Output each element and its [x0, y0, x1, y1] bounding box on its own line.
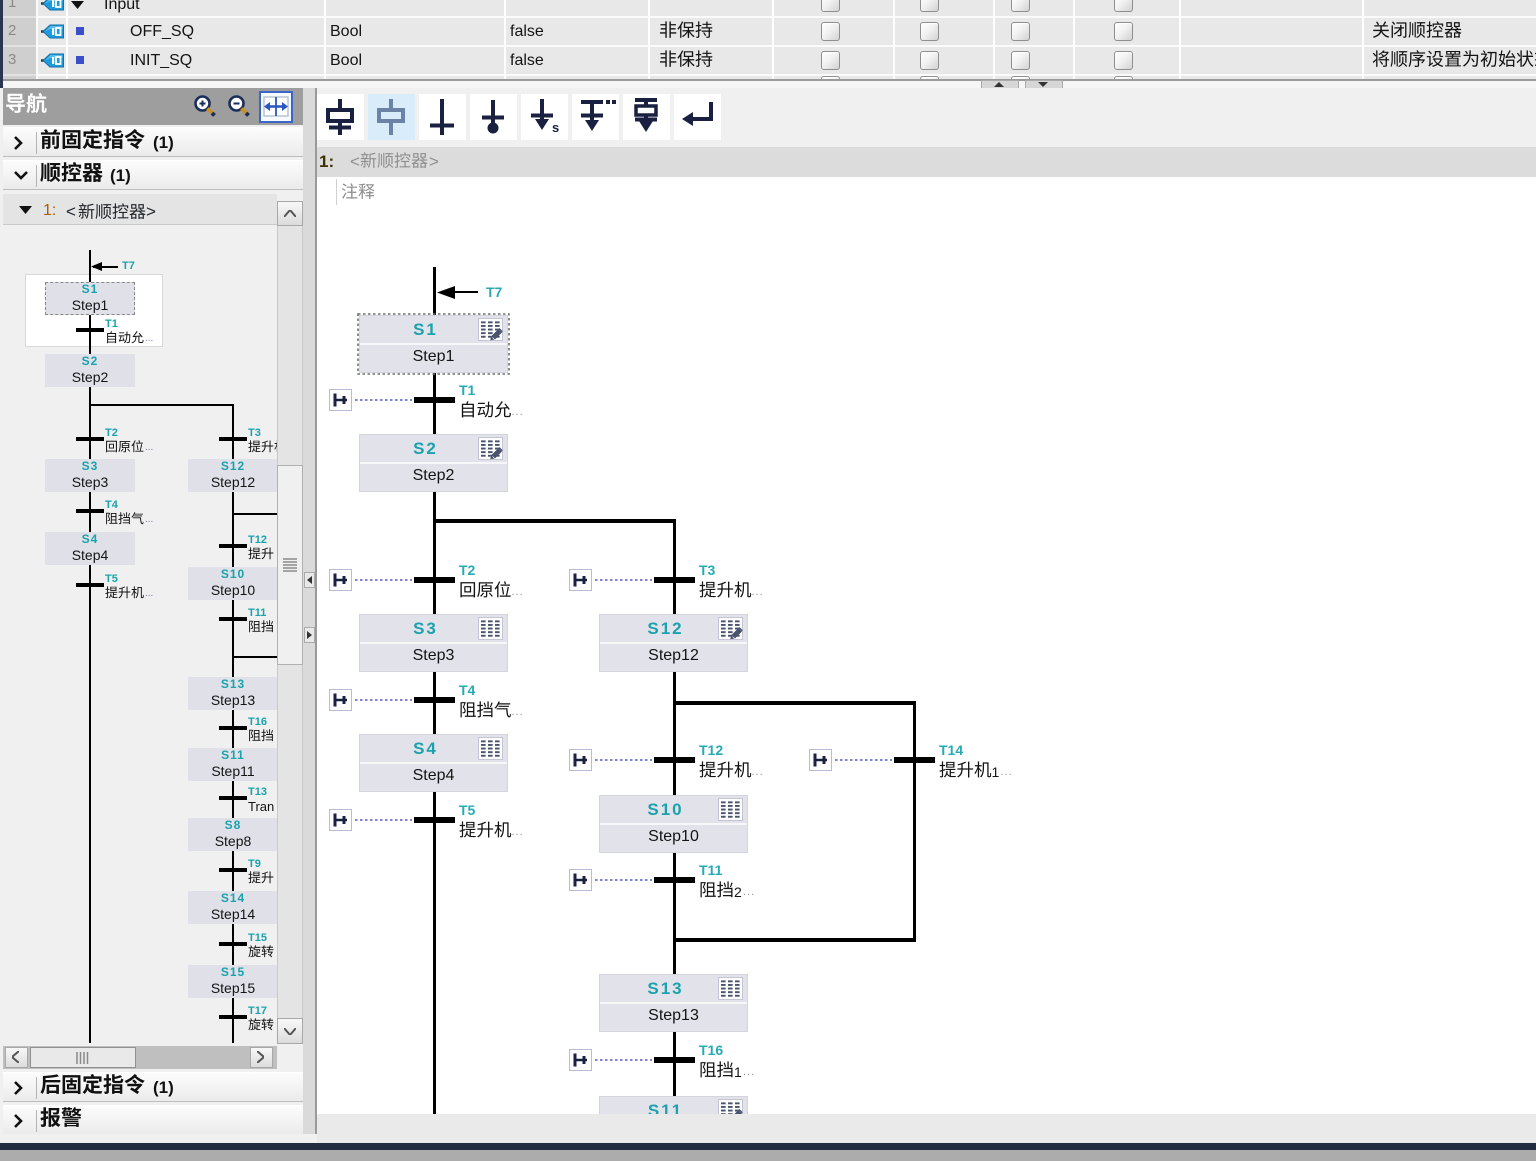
- svg-text:s: s: [552, 120, 559, 135]
